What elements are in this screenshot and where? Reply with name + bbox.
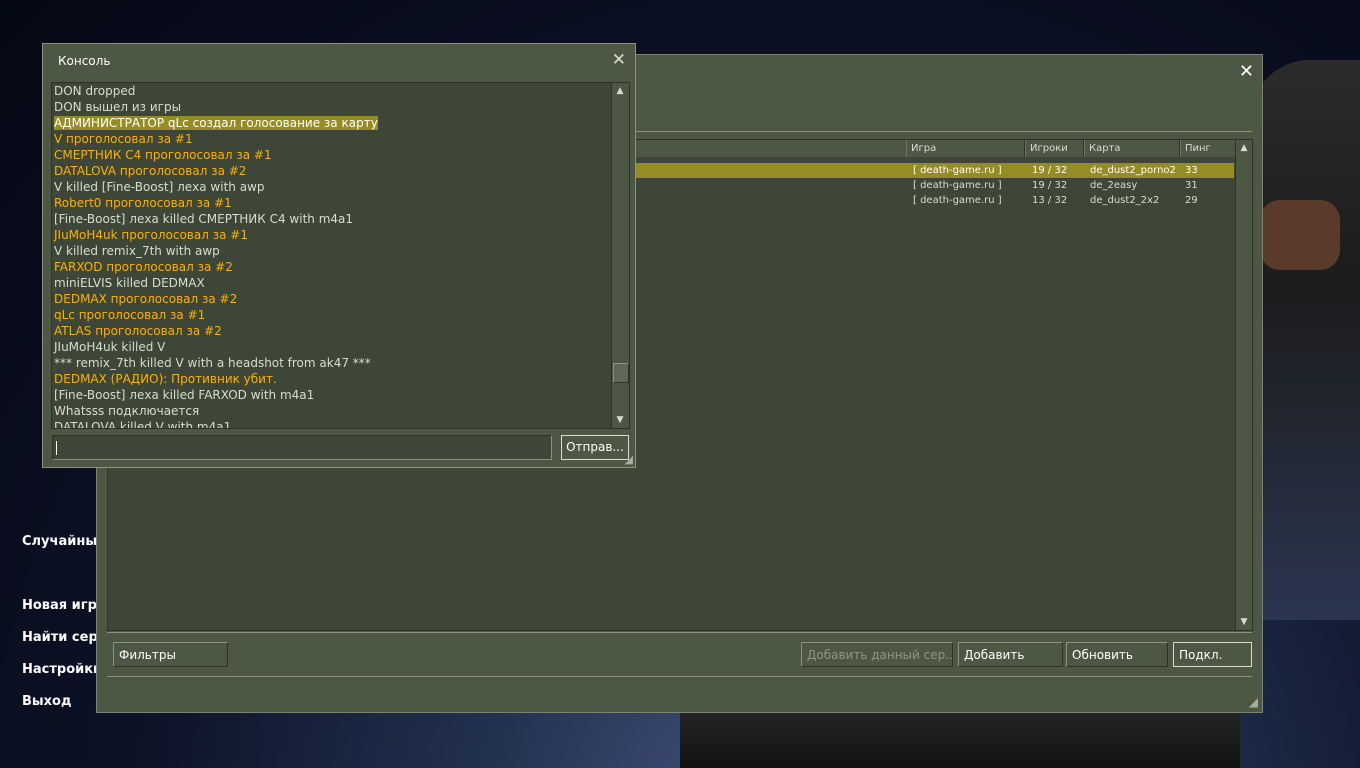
console-log-line: V killed [Fine-Boost] леха with awp [54, 179, 609, 195]
console-window: Консоль ✕ DON dropped DON вышел из игры АД… [42, 43, 636, 468]
server-map: de_2easy [1090, 180, 1138, 191]
scroll-down-icon[interactable]: ▼ [1236, 614, 1252, 630]
column-header-game[interactable]: Игра [906, 140, 1025, 157]
console-log-line: DEDMAX (РАДИО): Противник убит. [54, 371, 609, 387]
console-log[interactable]: DON dropped DON вышел из игры АДМИНИСТРАТО… [51, 82, 630, 429]
console-log-line: *** remix_7th killed V with a headshot f… [54, 355, 609, 371]
server-players: 19 / 32 [1032, 165, 1068, 176]
resize-grip-icon[interactable]: ◢ [1249, 695, 1258, 709]
console-log-line: СМЕРТНИК С4 проголосовал за #1 [54, 147, 609, 163]
console-log-text: JIuMoH4uk killed V [54, 340, 166, 354]
console-log-text: V проголосовал за #1 [54, 132, 193, 146]
console-log-text: V killed remix_7th with awp [54, 244, 220, 258]
filters-button[interactable]: Фильтры [113, 642, 228, 667]
server-ping: 29 [1185, 195, 1198, 206]
scroll-up-icon[interactable]: ▲ [1236, 140, 1252, 156]
console-log-text: qLc проголосовал за #1 [54, 308, 206, 322]
console-log-lines: DON dropped DON вышел из игры АДМИНИСТРАТО… [54, 83, 609, 429]
console-log-line: FARXOD проголосовал за #2 [54, 259, 609, 275]
add-server-button[interactable]: Добавить [958, 642, 1063, 667]
column-header-ping[interactable]: Пинг [1180, 140, 1236, 157]
console-log-line: DON вышел из игры [54, 99, 609, 115]
console-log-text: *** remix_7th killed V with a headshot f… [54, 356, 371, 370]
console-log-line: ATLAS проголосовал за #2 [54, 323, 609, 339]
text-caret [56, 441, 57, 455]
console-log-text: [Fine-Boost] леха killed СМЕРТНИК С4 wit… [54, 212, 354, 226]
console-log-line: DEDMAX проголосовал за #2 [54, 291, 609, 307]
console-log-text: DON вышел из игры [54, 100, 182, 114]
console-log-line: DATALOVA killed V with m4a1 [54, 419, 609, 429]
add-current-server-button[interactable]: Добавить данный сер... [801, 642, 953, 667]
scroll-down-icon[interactable]: ▼ [612, 412, 628, 428]
console-log-line: Robert0 проголосовал за #1 [54, 195, 609, 211]
console-log-text: ATLAS проголосовал за #2 [54, 324, 222, 338]
console-log-text: Whatsss подключается [54, 404, 200, 418]
console-title: Консоль [58, 54, 111, 68]
console-log-text: miniELVIS killed DEDMAX [54, 276, 205, 290]
console-close-icon[interactable]: ✕ [612, 50, 626, 70]
console-log-text: V killed [Fine-Boost] леха with awp [54, 180, 265, 194]
console-log-line: V killed remix_7th with awp [54, 243, 609, 259]
server-players: 13 / 32 [1032, 195, 1068, 206]
console-log-text: DEDMAX (РАДИО): Противник убит. [54, 372, 277, 386]
server-game: [ death-game.ru ] [913, 165, 1002, 176]
console-log-text: Robert0 проголосовал за #1 [54, 196, 232, 210]
menu-item-find-servers[interactable]: Найти серв [22, 630, 106, 645]
server-ping: 33 [1185, 165, 1198, 176]
menu-item-random[interactable]: Случайный [22, 534, 106, 549]
console-log-text: [Fine-Boost] леха killed FARXOD with m4a… [54, 388, 315, 402]
console-log-line: miniELVIS killed DEDMAX [54, 275, 609, 291]
console-log-text: СМЕРТНИК С4 проголосовал за #1 [54, 148, 272, 162]
console-log-line: JIuMoH4uk проголосовал за #1 [54, 227, 609, 243]
resize-grip-icon[interactable]: ◢ [625, 453, 633, 466]
background-soldier [1250, 60, 1360, 620]
window-bottom-divider [107, 676, 1252, 677]
console-scrollbar[interactable]: ▲ ▼ [611, 83, 629, 428]
menu-item-exit[interactable]: Выход [22, 694, 71, 709]
server-game: [ death-game.ru ] [913, 180, 1002, 191]
console-log-text: DATALOVA killed V with m4a1 [54, 420, 232, 429]
console-log-text: JIuMoH4uk проголосовал за #1 [54, 228, 248, 242]
server-map: de_dust2_porno2 [1090, 165, 1176, 176]
console-command-input[interactable] [52, 435, 552, 460]
console-log-line: V проголосовал за #1 [54, 131, 609, 147]
server-ping: 31 [1185, 180, 1198, 191]
server-game: [ death-game.ru ] [913, 195, 1002, 206]
console-log-text: АДМИНИСТРАТОР qLc создал голосование за … [54, 116, 378, 130]
console-log-line: [Fine-Boost] леха killed СМЕРТНИК С4 wit… [54, 211, 609, 227]
console-scroll-thumb[interactable] [613, 363, 629, 383]
console-log-text: DON dropped [54, 84, 136, 98]
console-log-line: DATALOVA проголосовал за #2 [54, 163, 609, 179]
console-log-line: JIuMoH4uk killed V [54, 339, 609, 355]
console-log-line: Whatsss подключается [54, 403, 609, 419]
background-soldier-face [1260, 200, 1340, 270]
column-header-map[interactable]: Карта [1084, 140, 1180, 157]
console-log-line: АДМИНИСТРАТОР qLc создал голосование за … [54, 115, 609, 131]
menu-item-new-game[interactable]: Новая игра [22, 598, 106, 613]
console-send-button[interactable]: Отправ... [561, 435, 629, 460]
server-map: de_dust2_2x2 [1090, 195, 1160, 206]
console-log-text: DATALOVA проголосовал за #2 [54, 164, 247, 178]
console-log-line: [Fine-Boost] леха killed FARXOD with m4a… [54, 387, 609, 403]
connect-button[interactable]: Подкл. [1173, 642, 1252, 667]
scroll-up-icon[interactable]: ▲ [612, 83, 628, 99]
console-log-text: FARXOD проголосовал за #2 [54, 260, 233, 274]
menu-item-settings[interactable]: Настройки [22, 662, 102, 677]
console-log-line: qLc проголосовал за #1 [54, 307, 609, 323]
list-divider [107, 632, 1252, 633]
console-log-text: DEDMAX проголосовал за #2 [54, 292, 238, 306]
column-header-players[interactable]: Игроки [1025, 140, 1084, 157]
server-browser-close-icon[interactable]: ✕ [1239, 61, 1254, 82]
server-list-scrollbar[interactable]: ▲ ▼ [1235, 140, 1252, 630]
server-players: 19 / 32 [1032, 180, 1068, 191]
console-log-line: DON dropped [54, 83, 609, 99]
refresh-button[interactable]: Обновить [1066, 642, 1168, 667]
